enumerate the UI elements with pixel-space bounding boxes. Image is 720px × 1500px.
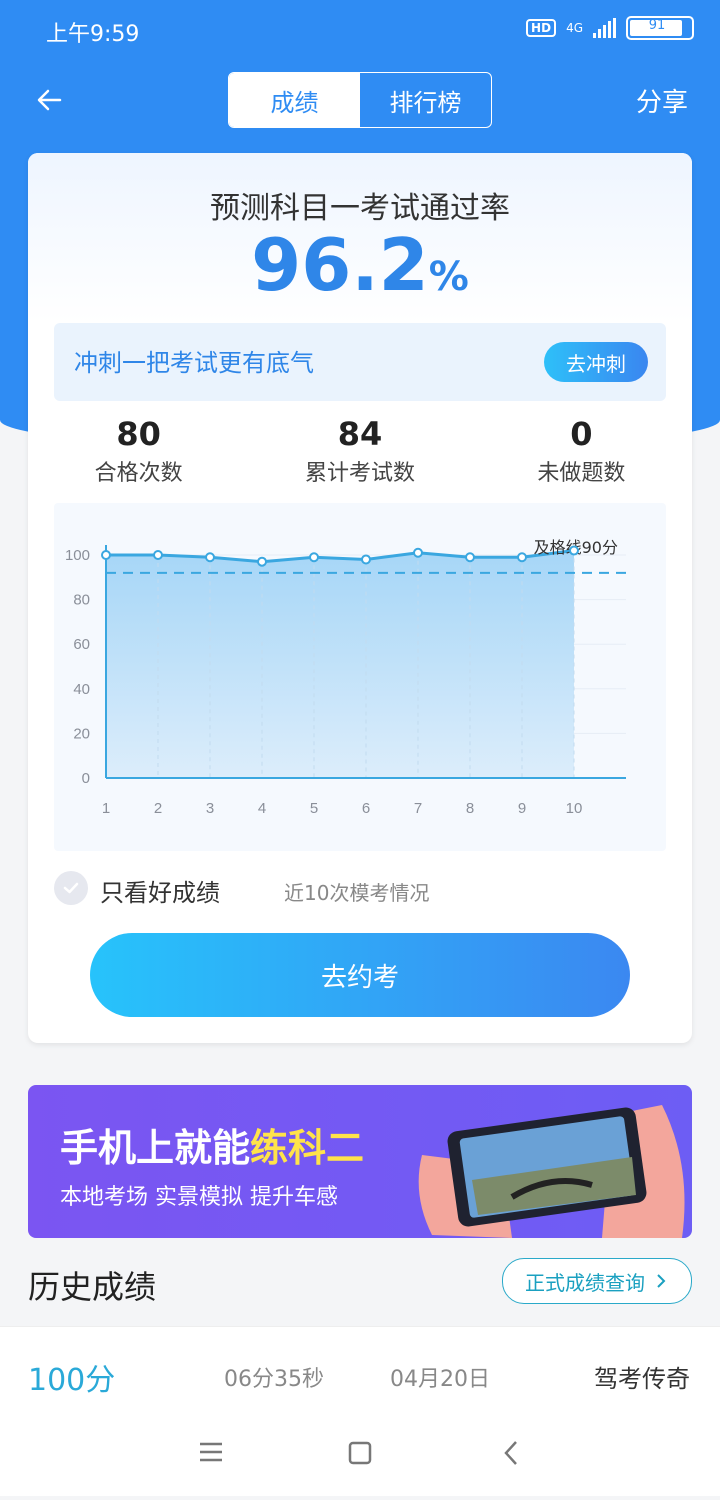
signal-icon (593, 18, 616, 38)
stat-passed: 80 合格次数 (28, 415, 249, 486)
score-chart-container: 020406080100及格线90分12345678910 (54, 503, 666, 851)
y-tick-label: 20 (73, 725, 90, 742)
top-nav: 成绩 排行榜 分享 (0, 70, 720, 130)
network-label: 4G (566, 21, 583, 35)
promo-banner[interactable]: 手机上就能练科二 本地考场 实景模拟 提升车感 (28, 1085, 692, 1238)
history-source: 驾考传奇 (594, 1365, 690, 1393)
status-icons: HD 4G 91 (526, 16, 694, 40)
x-tick-label: 5 (310, 800, 318, 817)
y-tick-label: 60 (73, 636, 90, 653)
data-point (517, 552, 527, 563)
data-point (153, 550, 163, 560)
x-tick-label: 1 (102, 800, 110, 817)
score-card: 预测科目一考试通过率 96.2% 冲刺一把考试更有底气 去冲刺 80 合格次数 … (28, 153, 692, 1043)
y-tick-label: 0 (82, 770, 90, 787)
good-score-filter: 只看好成绩 近10次模考情况 (54, 871, 666, 907)
data-point (413, 547, 423, 558)
data-point (205, 552, 215, 563)
x-tick-label: 9 (518, 800, 526, 817)
hd-icon: HD (526, 19, 557, 37)
battery-icon: 91 (626, 16, 694, 40)
x-tick-label: 10 (566, 800, 583, 817)
status-bar: 上午9:59 HD 4G 91 (0, 0, 720, 60)
chart-note: 近10次模考情况 (284, 881, 430, 905)
system-nav-bar (0, 1410, 720, 1496)
prediction-title: 预测科目一考试通过率 (210, 191, 510, 226)
prediction-value: 96.2% (251, 223, 469, 307)
battery-level: 91 (648, 18, 666, 33)
banner-title: 手机上就能练科二 (60, 1126, 365, 1170)
data-point (257, 556, 267, 567)
data-point (465, 552, 475, 563)
phone-driving-illustration (418, 1105, 685, 1238)
history-row[interactable]: 100分 06分35秒 04月20日 驾考传奇 (0, 1326, 720, 1412)
data-point (569, 545, 579, 556)
chevron-right-icon (657, 1274, 666, 1288)
stat-label: 未做题数 (537, 461, 626, 486)
data-point (361, 554, 371, 565)
stat-value: 80 (116, 415, 161, 453)
official-score-query-button[interactable]: 正式成绩查询 (502, 1258, 692, 1304)
book-exam-button[interactable]: 去约考 (90, 933, 630, 1017)
stat-unanswered: 0 未做题数 (471, 415, 692, 486)
y-tick-label: 100 (65, 547, 90, 564)
menu-icon[interactable] (200, 1442, 222, 1462)
x-tick-label: 7 (414, 800, 422, 817)
tab-score[interactable]: 成绩 (229, 73, 360, 127)
history-duration: 06分35秒 (224, 1367, 324, 1392)
x-tick-label: 4 (258, 800, 266, 817)
tab-switcher: 成绩 排行榜 (228, 72, 492, 128)
x-tick-label: 8 (466, 800, 474, 817)
stat-label: 合格次数 (94, 461, 183, 486)
good-score-label[interactable]: 只看好成绩 (100, 873, 220, 908)
history-date: 04月20日 (390, 1367, 490, 1392)
share-button[interactable]: 分享 (636, 82, 688, 119)
stats-row: 80 合格次数 84 累计考试数 0 未做题数 (28, 415, 692, 486)
good-score-checkbox[interactable] (54, 871, 88, 905)
history-score: 100分 (28, 1363, 116, 1398)
home-icon[interactable] (348, 1441, 372, 1465)
tab-ranking[interactable]: 排行榜 (360, 73, 491, 127)
x-tick-label: 3 (206, 800, 214, 817)
x-tick-label: 6 (362, 800, 370, 817)
sprint-button[interactable]: 去冲刺 (544, 342, 648, 382)
stat-value: 0 (570, 415, 593, 453)
x-tick-label: 2 (154, 800, 162, 817)
status-time: 上午9:59 (46, 22, 140, 47)
data-point (101, 550, 111, 560)
sprint-banner: 冲刺一把考试更有底气 去冲刺 (54, 323, 666, 401)
stat-total: 84 累计考试数 (249, 415, 470, 486)
back-arrow-icon[interactable] (30, 80, 70, 120)
stat-label: 累计考试数 (304, 461, 415, 486)
back-icon[interactable] (504, 1441, 517, 1465)
stat-value: 84 (337, 415, 383, 453)
sprint-text: 冲刺一把考试更有底气 (74, 349, 314, 377)
banner-subtitle: 本地考场 实景模拟 提升车感 (60, 1185, 338, 1210)
history-title: 历史成绩 (28, 1268, 157, 1306)
y-tick-label: 80 (73, 592, 90, 609)
check-icon (63, 882, 79, 894)
y-tick-label: 40 (73, 681, 90, 698)
score-chart: 020406080100及格线90分12345678910 (65, 538, 626, 817)
query-label: 正式成绩查询 (525, 1270, 645, 1295)
score-area (106, 550, 574, 778)
data-point (309, 552, 319, 563)
